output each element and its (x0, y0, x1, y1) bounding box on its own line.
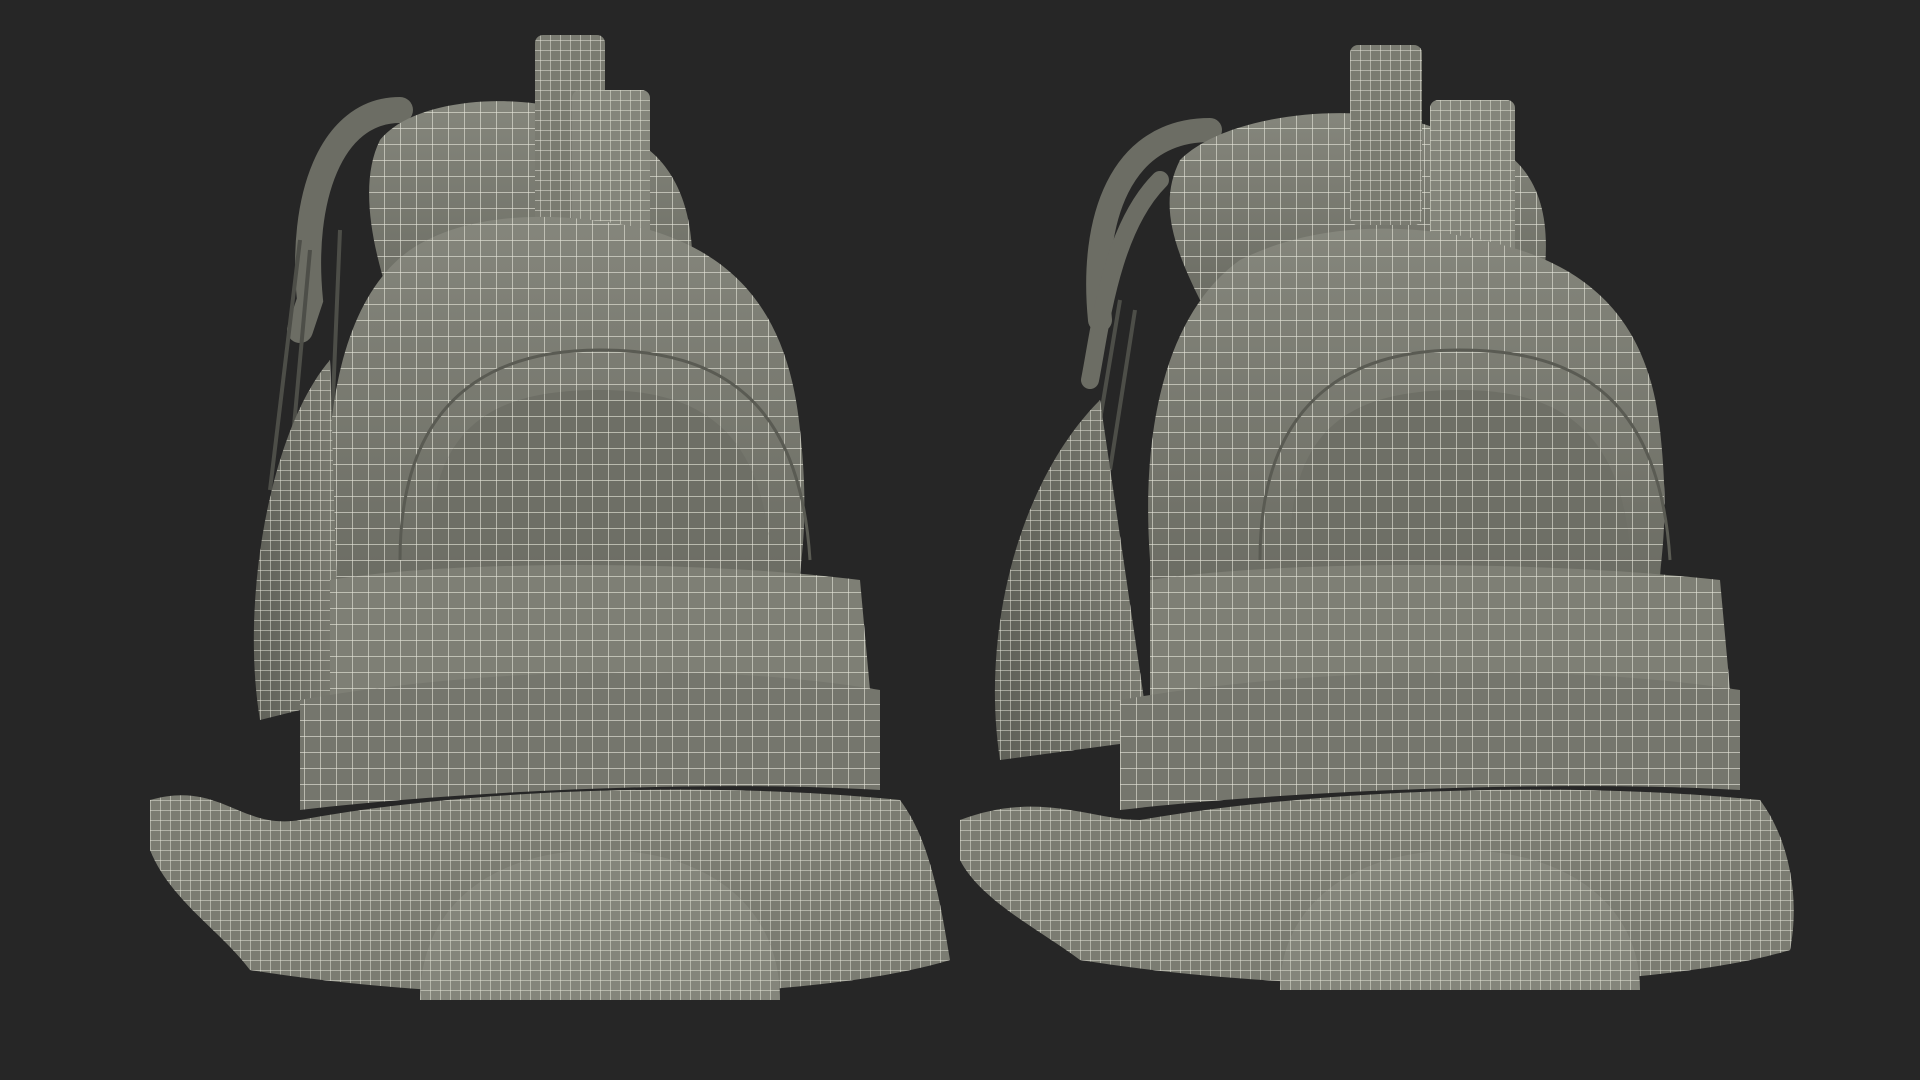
left-sneaker (150, 35, 950, 1000)
render-viewport (0, 0, 1920, 1080)
wireframe-scene (150, 35, 1794, 1000)
right-sneaker (960, 45, 1794, 990)
